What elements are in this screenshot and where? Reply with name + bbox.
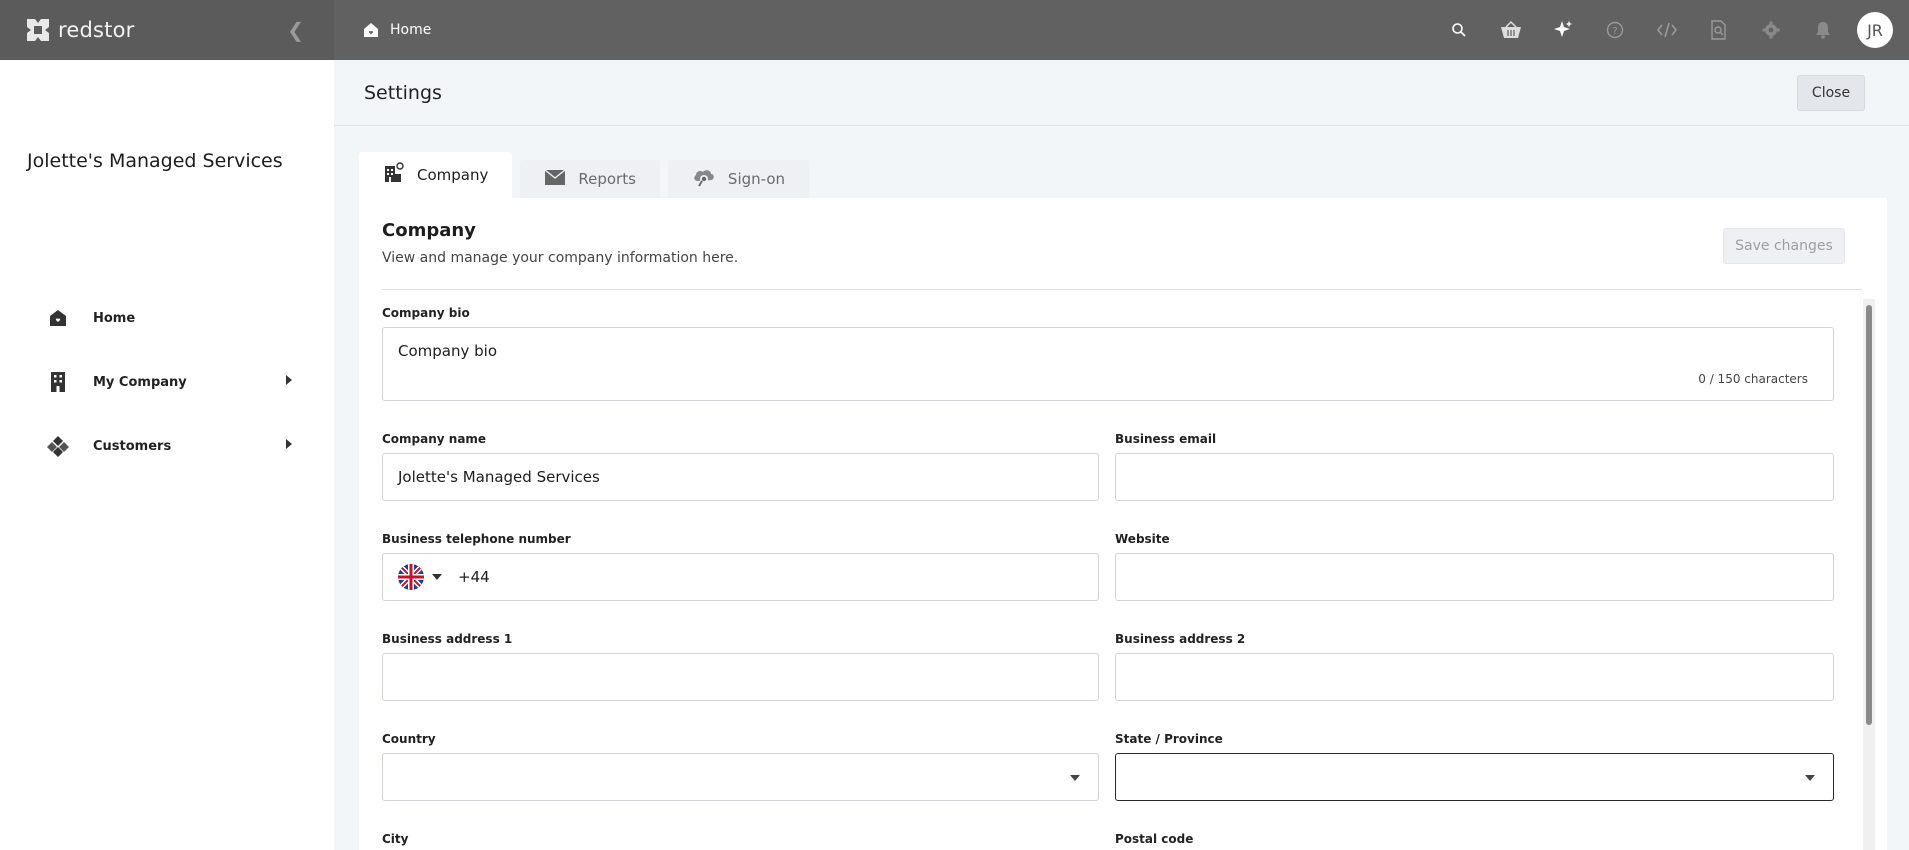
website-label: Website [1115,532,1170,546]
gear-icon[interactable] [1745,0,1797,60]
top-toolbar: ? JR [1433,0,1909,60]
country-select[interactable] [382,753,1099,801]
basket-icon[interactable] [1485,0,1537,60]
company-icon [383,162,405,188]
phone-code: +44 [458,568,490,586]
home-icon [47,307,69,329]
uk-flag-icon [398,564,424,590]
help-icon[interactable]: ? [1589,0,1641,60]
state-select[interactable] [1115,753,1834,801]
scrollbar-thumb[interactable] [1866,305,1872,725]
sidebar-item-label: Customers [93,438,172,454]
org-name: Jolette's Managed Services [27,150,283,172]
company-bio-placeholder: Company bio [398,342,497,360]
collapse-sidebar-icon[interactable]: ❮ [287,18,304,42]
code-icon[interactable] [1641,0,1693,60]
chevron-down-icon [1805,775,1815,781]
expand-caret-icon[interactable] [286,375,292,385]
company-bio-label: Company bio [382,306,470,320]
tab-company[interactable]: Company [359,152,513,198]
company-name-input[interactable]: Jolette's Managed Services [382,453,1099,501]
envelope-icon [544,168,566,190]
telephone-input[interactable]: +44 [382,553,1099,601]
brand-name: redstor [58,18,135,42]
company-card: Company View and manage your company inf… [359,198,1887,850]
company-name-label: Company name [382,432,487,446]
breadcrumb[interactable]: Home [362,21,431,39]
sidebar-item-label: Home [93,310,136,326]
postal-code-label: Postal code [1115,832,1194,846]
sparkle-icon[interactable] [1537,0,1589,60]
tab-reports[interactable]: Reports [520,160,660,198]
breadcrumb-home: Home [390,22,432,38]
sidebar-nav: Home My Company Customers [0,286,334,478]
telephone-label: Business telephone number [382,532,571,546]
avatar[interactable]: JR [1857,12,1893,48]
search-icon[interactable] [1433,0,1485,60]
address2-label: Business address 2 [1115,632,1246,646]
close-button[interactable]: Close [1797,75,1865,111]
settings-header: Settings Close [334,60,1909,126]
brand-logo[interactable]: redstor [24,16,134,44]
state-label: State / Province [1115,732,1223,746]
svg-text:?: ? [1612,26,1617,37]
section-title: Company [382,220,476,241]
sidebar-item-customers[interactable]: Customers [0,414,334,478]
top-bar: redstor ❮ Home ? JR [0,0,1909,60]
redstor-logo-icon [27,19,49,41]
main-content: Settings Close Company Reports Sign-on C… [334,60,1909,850]
address1-label: Business address 1 [382,632,513,646]
address2-input[interactable] [1115,653,1834,701]
business-email-label: Business email [1115,432,1217,446]
sidebar-item-my-company[interactable]: My Company [0,350,334,414]
expand-caret-icon[interactable] [286,439,292,449]
address1-input[interactable] [382,653,1099,701]
character-counter: 0 / 150 characters [1698,372,1808,386]
tab-label: Company [417,166,489,184]
company-bio-textarea[interactable]: Company bio 0 / 150 characters [382,327,1834,401]
city-label: City [382,832,409,846]
home-icon [364,23,378,37]
customers-icon [47,435,69,457]
page-title: Settings [364,81,442,104]
building-icon [47,371,69,393]
tab-sign-on[interactable]: Sign-on [667,160,810,198]
bell-icon[interactable] [1797,0,1849,60]
brand-area: redstor ❮ [0,0,334,60]
chevron-down-icon [1070,775,1080,781]
sidebar: Jolette's Managed Services Home My Compa… [0,60,334,850]
business-email-input[interactable] [1115,453,1834,501]
country-label: Country [382,732,436,746]
scrollbar[interactable] [1863,299,1875,850]
divider [382,289,1862,290]
sidebar-item-home[interactable]: Home [0,286,334,350]
country-code-select[interactable] [398,564,442,590]
document-search-icon[interactable] [1693,0,1745,60]
chevron-down-icon [432,574,442,580]
website-input[interactable] [1115,553,1834,601]
tab-label: Sign-on [727,170,786,188]
tab-label: Reports [578,170,636,188]
sidebar-item-label: My Company [93,374,187,390]
section-subtitle: View and manage your company information… [382,250,739,266]
settings-tabs: Company Reports Sign-on [359,152,810,198]
cloud-key-icon [692,167,716,191]
save-changes-button[interactable]: Save changes [1723,228,1845,264]
